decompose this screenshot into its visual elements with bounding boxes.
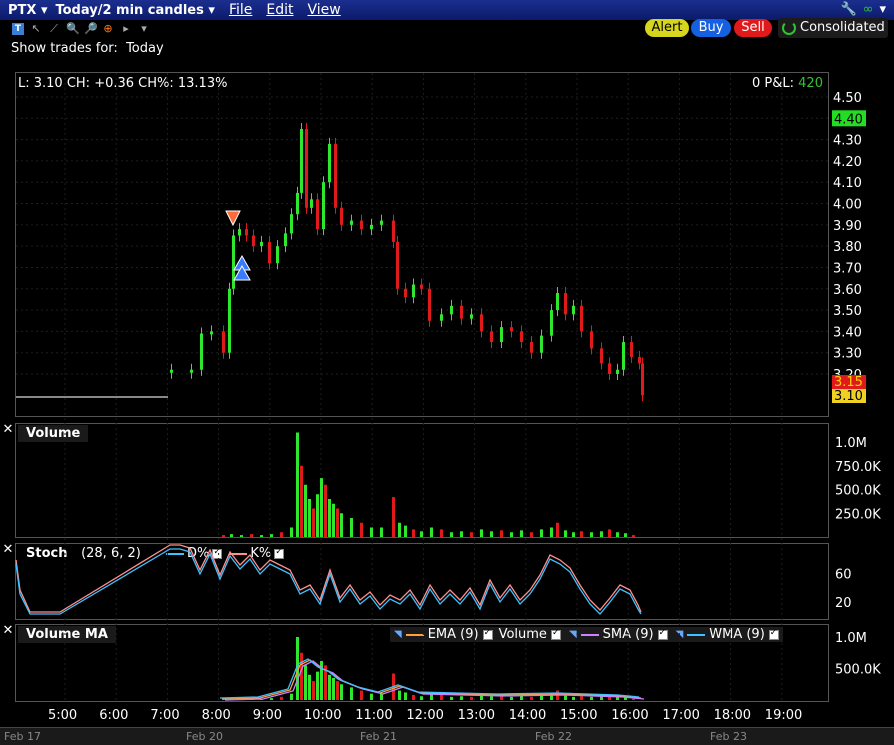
price-tick-label: 3.50 bbox=[833, 304, 862, 319]
stoch-d-checkbox[interactable] bbox=[212, 547, 223, 559]
price-tick-label: 3.90 bbox=[833, 219, 862, 234]
menu-view[interactable]: View bbox=[308, 2, 341, 18]
ask-price-badge bbox=[832, 389, 866, 403]
volume-tick-label: 1.0M bbox=[835, 436, 867, 451]
volume-ma-tick-label: 1.0M bbox=[835, 631, 867, 646]
crosshair-icon[interactable]: ⊕ bbox=[102, 23, 114, 35]
bid-price-badge bbox=[832, 375, 866, 389]
time-tick-label: 17:00 bbox=[662, 708, 699, 723]
price-tick-label: 4.10 bbox=[833, 176, 862, 191]
show-trades[interactable]: Show trades for: Today bbox=[11, 41, 164, 56]
title-bar: PTX ▾ Today/2 min candles ▾ File Edit Vi… bbox=[0, 0, 894, 20]
ask-price-label: 3.10 bbox=[834, 389, 863, 404]
volume-tick-label: 750.0K bbox=[835, 460, 881, 475]
last-price-badge bbox=[832, 110, 866, 127]
time-tick-label: 14:00 bbox=[509, 708, 546, 723]
time-tick-label: 9:00 bbox=[253, 708, 282, 723]
date-label: Feb 22 bbox=[535, 730, 572, 743]
price-tick-label: 3.30 bbox=[833, 347, 862, 362]
time-tick-label: 19:00 bbox=[765, 708, 802, 723]
volume-ma-label: Volume MA bbox=[18, 626, 116, 643]
price-tick-label: 3.80 bbox=[833, 240, 862, 255]
close-stoch-icon[interactable]: ✕ bbox=[2, 543, 14, 556]
volume-label: Volume bbox=[18, 425, 89, 442]
price-chart-panel[interactable] bbox=[15, 72, 829, 417]
alert-button[interactable]: Alert bbox=[645, 19, 689, 37]
toolbar-dropdown-icon[interactable]: ▾ bbox=[138, 23, 150, 35]
volume-tick-label: 250.0K bbox=[835, 507, 881, 522]
price-tick-label: 4.20 bbox=[833, 155, 862, 170]
time-tick-label: 6:00 bbox=[99, 708, 128, 723]
price-info-readout: L: 3.10 CH: +0.36 CH%: 13.13% bbox=[18, 76, 228, 91]
volume-ma-legend: ◥ EMA (9) Volume ◥ SMA (9) ◥ WMA (9) bbox=[390, 627, 783, 642]
zoom-in-icon[interactable]: 🔍 bbox=[66, 23, 80, 35]
date-label: Feb 21 bbox=[360, 730, 397, 743]
stoch-label: Stoch (28, 6, 2) bbox=[26, 546, 141, 561]
menu-edit[interactable]: Edit bbox=[266, 2, 293, 18]
volume-ma-tick-label: 500.0K bbox=[835, 663, 881, 678]
bid-price-label: 3.15 bbox=[834, 375, 863, 390]
date-scrollbar[interactable] bbox=[0, 727, 894, 745]
toolbar-more-icon[interactable]: ▸ bbox=[120, 23, 132, 35]
price-tick-label: 3.60 bbox=[833, 283, 862, 298]
consolidated-toggle[interactable]: Consolidated bbox=[778, 18, 888, 38]
date-label: Feb 20 bbox=[186, 730, 223, 743]
timeframe-selector[interactable]: Today/2 min candles ▾ bbox=[55, 3, 214, 18]
time-tick-label: 11:00 bbox=[355, 708, 392, 723]
menu-file[interactable]: File bbox=[229, 2, 252, 18]
time-tick-label: 12:00 bbox=[406, 708, 443, 723]
time-tick-label: 10:00 bbox=[304, 708, 341, 723]
wma-checkbox[interactable] bbox=[768, 628, 779, 640]
wrench-icon[interactable]: 🔧 bbox=[840, 2, 856, 17]
volume-tick-label: 500.0K bbox=[835, 484, 881, 499]
price-tick-label: 3.40 bbox=[833, 325, 862, 340]
time-tick-label: 13:00 bbox=[458, 708, 495, 723]
wma-settings-icon[interactable]: ◥ bbox=[676, 629, 684, 640]
ema-checkbox[interactable] bbox=[482, 628, 493, 640]
close-volume-icon[interactable]: ✕ bbox=[2, 423, 14, 436]
ema-settings-icon[interactable]: ◥ bbox=[394, 629, 402, 640]
time-tick-label: 15:00 bbox=[560, 708, 597, 723]
text-tool-icon[interactable]: T bbox=[12, 23, 24, 35]
stoch-k-checkbox[interactable] bbox=[274, 547, 285, 559]
time-tick-label: 16:00 bbox=[611, 708, 648, 723]
stoch-d-legend: D% K% bbox=[166, 546, 285, 561]
line-tool-icon[interactable]: ⟋ bbox=[48, 23, 60, 35]
price-tick-label: 4.00 bbox=[833, 198, 862, 213]
stoch-tick-label: 60 bbox=[835, 567, 852, 582]
symbol-selector[interactable]: PTX ▾ bbox=[8, 3, 47, 18]
last-price-label: 4.40 bbox=[834, 112, 863, 127]
close-volume-ma-icon[interactable]: ✕ bbox=[2, 624, 14, 637]
price-tick-label: 3.20 bbox=[833, 368, 862, 383]
sma-checkbox[interactable] bbox=[657, 628, 668, 640]
sma-settings-icon[interactable]: ◥ bbox=[569, 629, 577, 640]
refresh-icon bbox=[782, 21, 796, 35]
volume-panel[interactable] bbox=[15, 423, 829, 538]
link-icon[interactable]: ∞ bbox=[863, 2, 874, 17]
price-tick-label: 3.70 bbox=[833, 261, 862, 276]
sell-button[interactable]: Sell bbox=[734, 19, 772, 37]
time-tick-label: 18:00 bbox=[714, 708, 751, 723]
price-tick-label: 4.50 bbox=[833, 91, 862, 106]
stoch-tick-label: 20 bbox=[835, 596, 852, 611]
pnl-readout: 0 P&L: 420 bbox=[752, 76, 823, 91]
zoom-out-icon[interactable]: 🔎 bbox=[84, 23, 98, 35]
window-menu-icon[interactable]: ▾ bbox=[879, 2, 886, 17]
time-tick-label: 7:00 bbox=[150, 708, 179, 723]
date-label: Feb 23 bbox=[710, 730, 747, 743]
volume-checkbox[interactable] bbox=[550, 628, 561, 640]
arrow-cursor-icon[interactable]: ↖ bbox=[30, 23, 42, 35]
price-tick-label: 4.30 bbox=[833, 134, 862, 149]
time-tick-label: 8:00 bbox=[202, 708, 231, 723]
buy-button[interactable]: Buy bbox=[691, 19, 731, 37]
date-label: Feb 17 bbox=[4, 730, 41, 743]
time-tick-label: 5:00 bbox=[48, 708, 77, 723]
